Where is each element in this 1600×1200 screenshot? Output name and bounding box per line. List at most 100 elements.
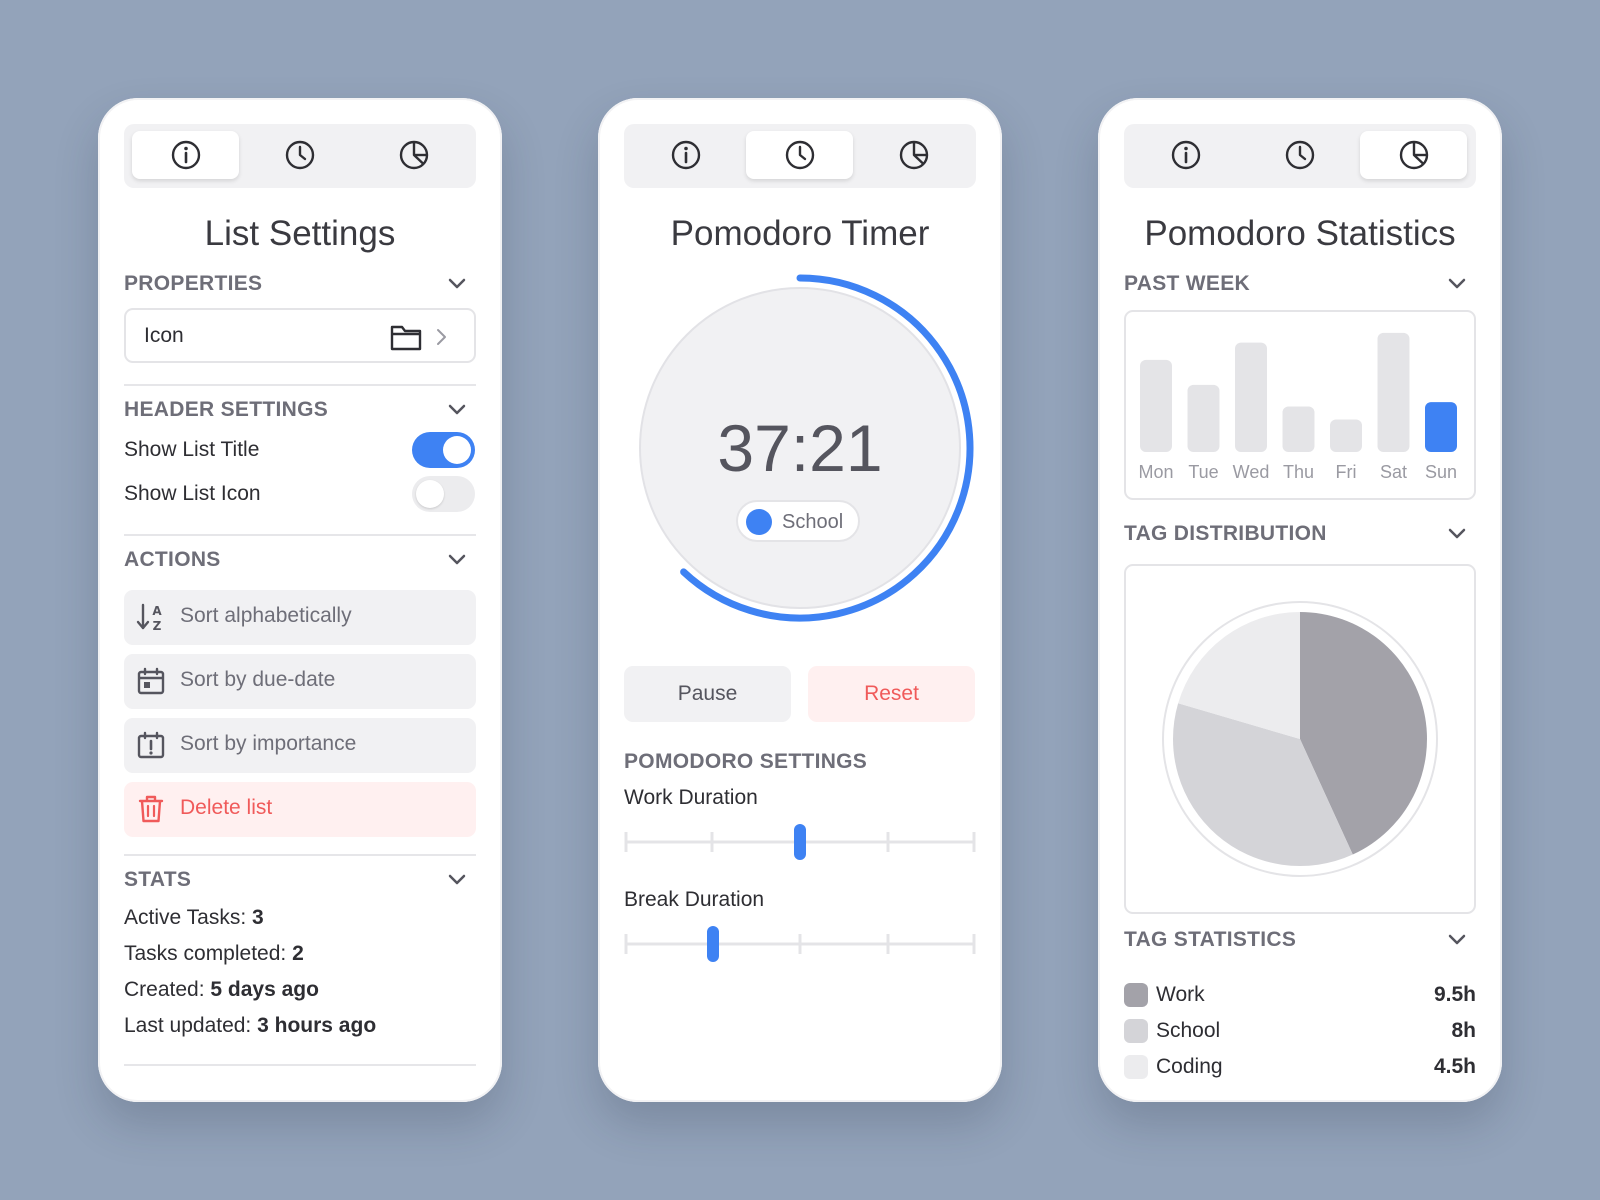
break-duration-label: Break Duration [624,888,765,911]
stat-value: 2 [292,942,304,965]
stat-active-tasks: Active Tasks: 3 [124,906,264,930]
reset-button[interactable]: Reset [808,666,975,722]
svg-text:Z: Z [153,619,162,632]
clock-icon [285,140,314,170]
info-icon [1171,140,1200,170]
section-tag-distribution[interactable]: TAG DISTRIBUTION [1124,522,1476,546]
tab-bar [1124,124,1476,188]
tag-label: School [782,511,844,533]
section-tag-statistics[interactable]: TAG STATISTICS [1124,928,1476,952]
list-settings-card: List Settings PROPERTIES Icon HEADER SET… [98,98,502,1102]
section-heading: ACTIONS [124,548,221,571]
chevron-down-icon [1448,278,1466,289]
chevron-down-icon [448,404,466,415]
stat-value: 5 days ago [210,978,319,1001]
page-title: Pomodoro Timer [670,214,930,253]
calendar-icon [137,667,165,695]
tab-info[interactable] [632,131,739,179]
trash-icon [138,795,164,823]
stat-last-updated: Last updated: 3 hours ago [124,1014,376,1038]
tab-statistics[interactable] [860,131,967,179]
sort-alpha-icon: A Z [136,603,162,632]
tag-pie-chart [1124,564,1476,914]
bar-fri [1330,419,1362,452]
section-past-week[interactable]: PAST WEEK [1124,272,1476,296]
tab-info[interactable] [1132,131,1239,179]
bar-sun [1425,402,1457,452]
action-label: Sort by importance [180,732,357,755]
pie-chart-svg [1162,601,1438,877]
timer-readout: 37:21 [717,411,883,485]
slider-thumb[interactable] [794,824,806,860]
icon-label: Icon [144,324,184,347]
bar-thu [1282,406,1315,452]
chevron-down-icon [448,278,466,289]
slider-thumb[interactable] [707,926,719,962]
tab-timer[interactable] [746,131,853,179]
tag-hours: 8h [1451,1019,1476,1042]
divider [124,384,476,386]
section-heading: POMODORO SETTINGS [624,750,868,773]
stat-label: Created: [124,978,205,1001]
work-duration-label: Work Duration [624,786,758,809]
clock-icon [785,140,814,170]
toggle-knob [443,436,471,464]
tag-stat-row-work: Work 9.5h [1124,982,1476,1008]
section-heading: TAG DISTRIBUTION [1124,522,1327,545]
section-properties[interactable]: PROPERTIES [124,272,476,296]
section-heading: HEADER SETTINGS [124,398,329,421]
section-stats[interactable]: STATS [124,868,476,892]
delete-list-button[interactable]: Delete list [124,782,476,837]
section-header-settings[interactable]: HEADER SETTINGS [124,398,476,422]
tag-stat-row-coding: Coding 4.5h [1124,1054,1476,1080]
stat-label: Active Tasks: [124,906,247,929]
stat-value: 3 hours ago [257,1014,377,1037]
pause-button[interactable]: Pause [624,666,791,722]
show-list-title-toggle[interactable] [412,432,475,468]
pomodoro-timer-card: Pomodoro Timer 37:21 School Pause Reset … [598,98,1002,1102]
sort-by-importance-button[interactable]: Sort by importance [124,718,476,773]
sort-alphabetically-button[interactable]: A Z Sort alphabetically [124,590,476,645]
tab-timer[interactable] [1246,131,1353,179]
tag-swatch [1124,983,1148,1007]
divider [124,534,476,536]
bar-label-mon: Mon [1138,462,1173,482]
divider [124,1064,476,1066]
section-heading: PROPERTIES [124,272,263,295]
stat-value: 3 [252,906,264,929]
tag-name: School [1156,1019,1221,1042]
weekly-bar-chart: Mon Tue Wed Thu Fri Sat Sun [1124,310,1476,500]
chevron-down-icon [1448,934,1466,945]
bar-mon [1140,359,1172,452]
section-actions[interactable]: ACTIONS [124,548,476,572]
action-label: Sort by due-date [180,668,336,691]
tab-info[interactable] [132,131,239,179]
tab-statistics[interactable] [360,131,467,179]
bar-wed [1235,342,1267,452]
section-heading: TAG STATISTICS [1124,928,1297,951]
icon-picker-row[interactable]: Icon [124,308,476,363]
sort-by-due-date-button[interactable]: Sort by due-date [124,654,476,709]
work-duration-slider[interactable] [624,822,976,862]
folder-icon [390,325,422,351]
bar-sat [1377,332,1410,452]
bar-chart-svg: Mon Tue Wed Thu Fri Sat Sun [1138,332,1457,482]
chevron-down-icon [1448,528,1466,539]
bar-label-sun: Sun [1425,462,1457,482]
bar-label-sat: Sat [1380,462,1407,482]
tab-timer[interactable] [246,131,353,179]
break-duration-slider[interactable] [624,924,976,964]
tag-hours: 9.5h [1433,983,1476,1006]
chevron-down-icon [448,554,466,565]
action-label: Sort alphabetically [180,604,352,627]
section-heading: STATS [124,868,192,891]
bar-label-tue: Tue [1188,462,1218,482]
stat-tasks-completed: Tasks completed: 2 [124,942,304,966]
page-title: List Settings [204,214,396,253]
tab-statistics[interactable] [1360,131,1467,179]
tag-selector[interactable]: School [736,500,860,542]
calendar-alert-icon [137,731,165,759]
section-pomodoro-settings: POMODORO SETTINGS [624,750,976,774]
show-list-icon-toggle[interactable] [412,476,475,512]
tag-swatch [1124,1055,1148,1079]
